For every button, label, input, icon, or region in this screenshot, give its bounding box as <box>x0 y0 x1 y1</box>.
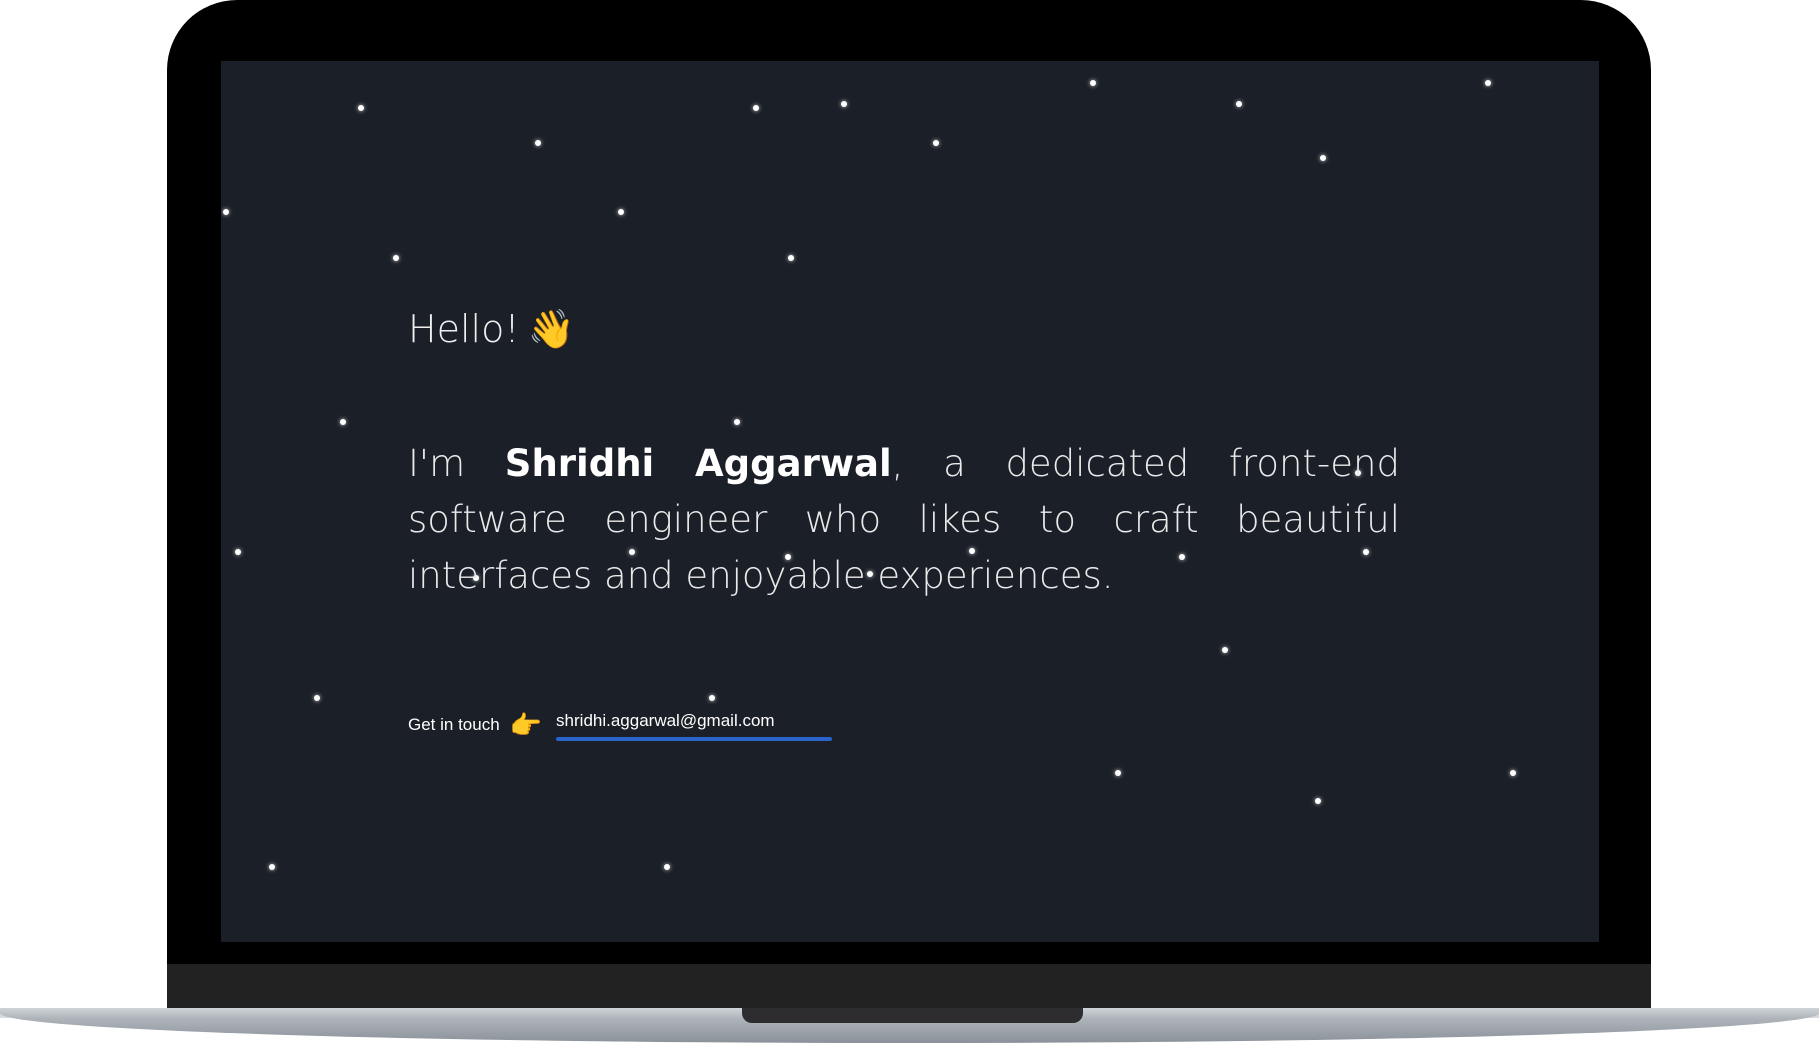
star <box>269 864 275 870</box>
star <box>841 101 847 107</box>
star <box>314 695 320 701</box>
email-underline <box>556 737 833 741</box>
star <box>788 255 794 261</box>
intro-prefix: I'm <box>408 442 505 485</box>
star <box>393 255 399 261</box>
pointing-right-icon: 👉 <box>509 710 543 740</box>
star <box>664 864 670 870</box>
star <box>223 209 229 215</box>
star <box>1115 770 1121 776</box>
star <box>753 105 759 111</box>
greeting-text: Hello! <box>408 307 520 351</box>
star <box>535 140 541 146</box>
star <box>618 209 624 215</box>
get-in-touch-label: Get in touch <box>408 715 500 734</box>
laptop-hinge <box>167 964 1651 1012</box>
star <box>1236 101 1242 107</box>
star <box>340 419 346 425</box>
star <box>1485 80 1491 86</box>
email-link[interactable]: shridhi.aggarwal@gmail.com <box>556 711 833 741</box>
laptop-mockup: Hello! 👋 I'm Shridhi Aggarwal, a dedicate… <box>0 0 1819 1043</box>
star <box>1090 80 1096 86</box>
star <box>933 140 939 146</box>
author-name: Shridhi Aggarwal <box>504 442 892 485</box>
star <box>235 549 241 555</box>
contact-row: Get in touch 👉 shridhi.aggarwal@gmail.co… <box>408 710 833 741</box>
star <box>1222 647 1228 653</box>
star <box>1320 155 1326 161</box>
star <box>358 105 364 111</box>
star <box>1315 798 1321 804</box>
star <box>1510 770 1516 776</box>
intro-paragraph: I'm Shridhi Aggarwal, a dedicated front-… <box>408 436 1400 604</box>
waving-hand-icon: 👋 <box>527 307 575 351</box>
laptop-notch <box>742 1008 1083 1023</box>
screen: Hello! 👋 I'm Shridhi Aggarwal, a dedicate… <box>221 61 1599 942</box>
star <box>709 695 715 701</box>
greeting-heading: Hello! 👋 <box>408 307 575 352</box>
email-text: shridhi.aggarwal@gmail.com <box>556 711 775 730</box>
star <box>734 419 740 425</box>
